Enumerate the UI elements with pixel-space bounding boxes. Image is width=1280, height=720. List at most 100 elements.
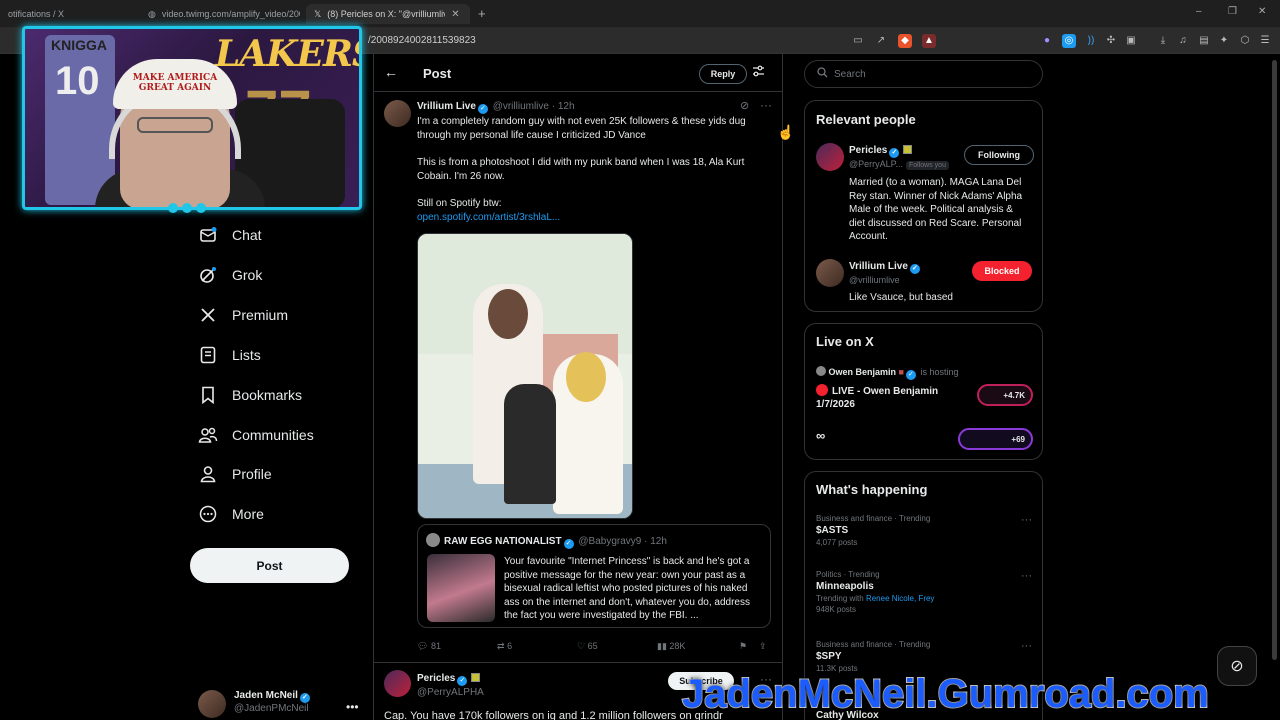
bookmark-action[interactable]: ⚑ [739, 641, 747, 652]
avatar [426, 533, 440, 547]
repost-action[interactable]: ⇄ 6 [497, 641, 512, 652]
account-switcher[interactable]: Jaden McNeil ✓ @JadenPMcNeil ••• [198, 690, 359, 718]
views-action[interactable]: ▮▮ 28K [657, 641, 685, 652]
close-tab-icon[interactable]: ✕ [451, 9, 459, 20]
account-more-icon[interactable]: ••• [346, 700, 359, 714]
browser-tab-active[interactable]: 𝕏(8) Pericles on X: "@vrilliumlive C...✕ [306, 4, 470, 24]
menu-icon[interactable]: ☰ [1258, 34, 1272, 48]
x-logo-icon: 𝕏 [314, 8, 322, 19]
person-handle: @PerryALP... [849, 159, 903, 169]
sidebar-item-premium[interactable]: Premium [198, 299, 288, 331]
sidebar-item-communities[interactable]: Communities [198, 419, 314, 451]
share-icon[interactable]: ↗ [874, 34, 888, 48]
browser-tab[interactable]: ◍ video.twimg.com/amplify_video/200... [140, 4, 300, 24]
download-icon[interactable]: ⤓ [1156, 34, 1170, 48]
tweet-handle[interactable]: @vrilliumlive [493, 101, 549, 112]
grok-fab-button[interactable]: ⊘ [1217, 646, 1257, 686]
minimize-button[interactable]: – [1196, 6, 1202, 17]
avatar[interactable] [384, 670, 411, 697]
cast-icon[interactable]: ▭ [851, 34, 865, 48]
blocked-button[interactable]: Blocked [972, 261, 1032, 281]
trend-item[interactable]: Business and finance · Trending $ASTS 4,… [816, 514, 1036, 547]
infinity-icon[interactable]: ∞ [816, 428, 825, 443]
tweet-handle[interactable]: @PerryALPHA [417, 686, 484, 700]
browser-tabbar: otifications / X ◍ video.twimg.com/amplif… [0, 0, 1280, 28]
sidebar-item-lists[interactable]: Lists [198, 339, 261, 371]
sparkle-icon[interactable]: ✦ [1217, 34, 1231, 48]
person-handle: @vrilliumlive [849, 275, 900, 285]
webcam-overlay: KNIGGA 10 LAKERS 77 MAKE AMERICA GREAT A… [22, 26, 362, 210]
post-button[interactable]: Post [190, 548, 349, 583]
trend-item[interactable]: Business and finance · Trending $SPY 11.… [816, 640, 1036, 673]
vpn-icon[interactable]: ⬡ [1238, 34, 1252, 48]
watermark-overlay: JadenMcNeil.Gumroad.com [681, 671, 1210, 717]
new-tab-button[interactable]: + [478, 6, 486, 21]
quote-handle: @Babygravy9 · 12h [578, 536, 667, 547]
bookmark-icon: ⚑ [739, 641, 748, 651]
reply-button[interactable]: Reply [699, 64, 747, 84]
more-options-icon[interactable]: ··· [1021, 514, 1032, 526]
verified-icon: ✓ [909, 264, 920, 274]
card-title: What's happening [816, 482, 928, 497]
grok-icon[interactable]: ⊘ [740, 99, 749, 112]
live-host[interactable]: Owen Benjamin [829, 367, 897, 377]
sidebar-item-more[interactable]: More [198, 498, 264, 530]
trend-item[interactable]: Politics · Trending Minneapolis Trending… [816, 570, 1036, 614]
live-stream[interactable]: LIVE - Owen Benjamin 1/7/2026 [816, 384, 938, 411]
extension-icon[interactable]: ● [1040, 34, 1054, 48]
account-name: Jaden McNeil [234, 690, 298, 701]
affiliate-badge-icon [903, 145, 913, 154]
verified-icon: ✓ [905, 370, 916, 380]
more-icon [198, 504, 218, 524]
viewers-badge[interactable]: +4.7K [977, 384, 1033, 406]
viewers-badge[interactable]: +69 [958, 428, 1033, 450]
page-scrollbar[interactable] [1272, 60, 1277, 660]
puzzle-icon[interactable]: ✣ [1104, 34, 1118, 48]
affiliate-badge-icon [471, 673, 481, 682]
avatar[interactable] [384, 100, 411, 127]
more-options-icon[interactable]: ··· [1021, 640, 1032, 652]
following-button[interactable]: Following [964, 145, 1034, 165]
wallet-icon[interactable]: ▤ [1197, 34, 1211, 48]
tweet-author[interactable]: Pericles [417, 673, 455, 684]
brave-shield-icon[interactable]: ◆ [898, 34, 912, 48]
trend-link[interactable]: Renee Nicole, Frey [866, 594, 934, 603]
sidebar-item-bookmarks[interactable]: Bookmarks [198, 379, 302, 411]
quote-text: ass on the internet and don't, whatever … [504, 596, 750, 608]
sidebar-item-profile[interactable]: Profile [198, 458, 272, 490]
maximize-button[interactable]: ❐ [1228, 6, 1237, 17]
x-logo-icon [198, 305, 218, 325]
tweet-photo[interactable] [417, 233, 633, 519]
person-bio: Married (to a woman). MAGA Lana Del Rey … [849, 177, 1023, 242]
browser-tab[interactable]: otifications / X [0, 4, 140, 24]
divider [374, 662, 782, 663]
close-window-button[interactable]: ✕ [1258, 6, 1266, 17]
search-input[interactable]: Search [804, 60, 1043, 88]
extension-icon[interactable]: )) [1084, 34, 1098, 48]
lakers-banner: LAKERS [215, 33, 362, 75]
follows-you-badge: Follows you [906, 161, 949, 170]
more-options-icon[interactable]: ··· [1021, 570, 1032, 582]
grok-icon [198, 265, 218, 285]
tweet-author[interactable]: Vrillium Live [417, 101, 476, 112]
settings-sliders-icon[interactable] [752, 65, 765, 80]
more-options-icon[interactable]: ··· [760, 98, 772, 112]
like-action[interactable]: ♡ 65 [577, 641, 598, 652]
card-title: Relevant people [816, 112, 916, 127]
account-handle: @JadenPMcNeil [234, 703, 309, 714]
url-field[interactable]: /2008924002811539823 [368, 35, 476, 46]
spotify-link[interactable]: open.spotify.com/artist/3rshlaL... [417, 211, 762, 225]
extension-icon[interactable]: ◎ [1062, 34, 1076, 48]
reply-action[interactable]: 💬︎ 81 [417, 641, 441, 652]
share-action[interactable]: ⇪ [759, 641, 767, 652]
quoted-tweet[interactable]: RAW EGG NATIONALIST ✓ @Babygravy9 · 12h Y… [417, 524, 771, 628]
sidebar-item-grok[interactable]: Grok [198, 259, 262, 291]
sidebar-item-chat[interactable]: Chat [198, 219, 262, 251]
music-icon[interactable]: ♫ [1176, 34, 1190, 48]
rewards-icon[interactable]: ▲ [922, 34, 936, 48]
heart-icon: ♡ [577, 641, 586, 651]
quote-text: positive message for the new year: own y… [504, 569, 746, 581]
back-arrow-icon[interactable]: ← [384, 64, 398, 80]
sidebar-icon[interactable]: ▣ [1124, 34, 1138, 48]
tweet-time[interactable]: · 12h [552, 101, 575, 112]
